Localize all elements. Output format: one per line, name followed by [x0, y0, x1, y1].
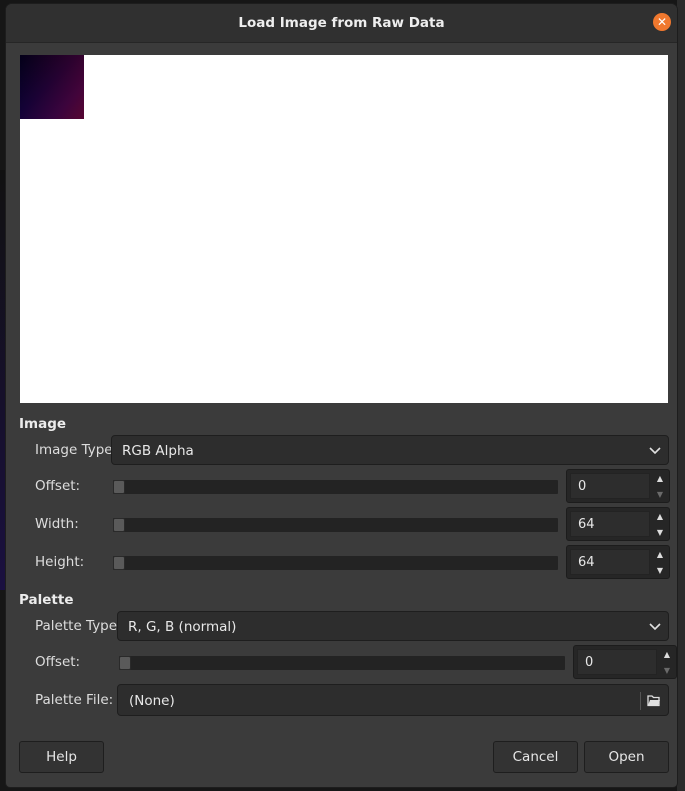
chevron-down-icon: [649, 623, 661, 631]
palette-type-combo[interactable]: R, G, B (normal): [117, 611, 669, 641]
height-input[interactable]: 64: [570, 549, 650, 575]
offset-increment-icon[interactable]: ▲: [652, 471, 668, 486]
height-slider[interactable]: [113, 556, 558, 570]
offset-spinbutton[interactable]: 0 ▲ ▼: [566, 469, 670, 503]
width-value: 64: [578, 517, 595, 532]
palette-file-label: Palette File:: [35, 692, 114, 708]
image-section-heading: Image: [19, 416, 67, 432]
offset-value: 0: [578, 479, 587, 494]
palette-type-value: R, G, B (normal): [128, 619, 237, 635]
palette-offset-label: Offset:: [35, 654, 81, 670]
image-preview: [20, 55, 668, 403]
chevron-down-icon: [649, 447, 661, 455]
palette-section-heading: Palette: [19, 592, 74, 608]
background-window-edge-right: [677, 0, 685, 791]
preview-thumbnail: [20, 55, 84, 119]
height-increment-icon[interactable]: ▲: [652, 547, 668, 562]
file-chooser-separator: [640, 692, 641, 710]
image-type-combo[interactable]: RGB Alpha: [111, 435, 669, 465]
width-spinbutton[interactable]: 64 ▲ ▼: [566, 507, 670, 541]
palette-offset-slider-handle[interactable]: [119, 656, 131, 670]
height-slider-handle[interactable]: [113, 556, 125, 570]
height-decrement-icon[interactable]: ▼: [652, 563, 668, 578]
width-input[interactable]: 64: [570, 511, 650, 537]
open-button[interactable]: Open: [584, 741, 669, 773]
height-value: 64: [578, 555, 595, 570]
close-icon[interactable]: ✕: [653, 13, 671, 31]
width-label: Width:: [35, 516, 79, 532]
height-label: Height:: [35, 554, 85, 570]
title-bar: Load Image from Raw Data ✕: [6, 4, 677, 43]
help-button[interactable]: Help: [19, 741, 104, 773]
folder-open-icon: [647, 695, 660, 707]
width-decrement-icon[interactable]: ▼: [652, 525, 668, 540]
palette-offset-input[interactable]: 0: [577, 649, 657, 675]
width-slider[interactable]: [113, 518, 558, 532]
offset-decrement-icon[interactable]: ▼: [652, 487, 668, 502]
image-type-label: Image Type:: [35, 442, 118, 458]
offset-label: Offset:: [35, 478, 81, 494]
palette-offset-slider[interactable]: [119, 656, 565, 670]
palette-offset-increment-icon[interactable]: ▲: [659, 647, 675, 662]
palette-file-value: (None): [129, 693, 175, 709]
offset-slider[interactable]: [113, 480, 558, 494]
palette-file-chooser[interactable]: (None): [117, 684, 669, 716]
width-slider-handle[interactable]: [113, 518, 125, 532]
palette-type-label: Palette Type:: [35, 618, 122, 634]
palette-offset-value: 0: [585, 655, 594, 670]
cancel-button[interactable]: Cancel: [493, 741, 578, 773]
width-increment-icon[interactable]: ▲: [652, 509, 668, 524]
raw-data-dialog: Load Image from Raw Data ✕ Image Image T…: [6, 4, 677, 787]
height-spinbutton[interactable]: 64 ▲ ▼: [566, 545, 670, 579]
palette-offset-decrement-icon[interactable]: ▼: [659, 663, 675, 678]
image-type-value: RGB Alpha: [122, 443, 194, 459]
offset-input[interactable]: 0: [570, 473, 650, 499]
dialog-title: Load Image from Raw Data: [238, 15, 445, 31]
palette-offset-spinbutton[interactable]: 0 ▲ ▼: [573, 645, 677, 679]
offset-slider-handle[interactable]: [113, 480, 125, 494]
